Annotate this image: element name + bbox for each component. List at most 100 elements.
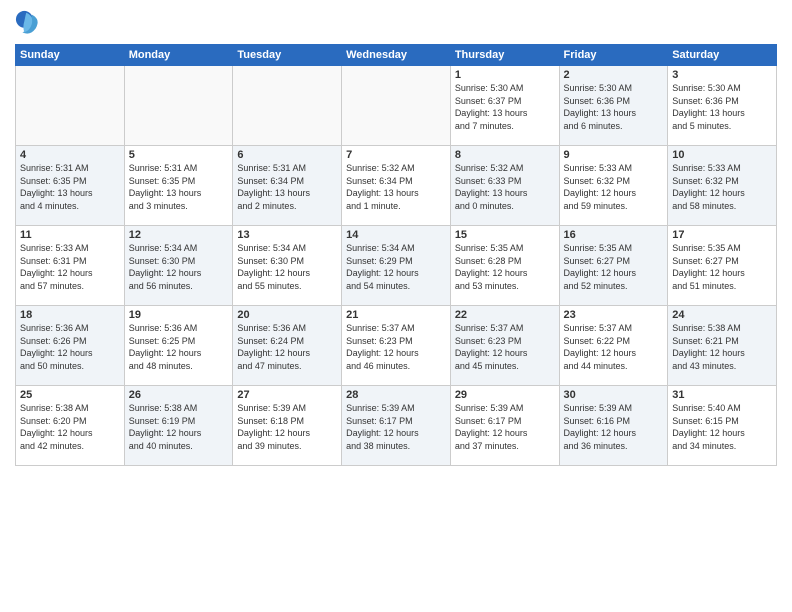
day-info: Sunrise: 5:38 AM Sunset: 6:21 PM Dayligh… [672, 322, 772, 372]
calendar-cell: 24Sunrise: 5:38 AM Sunset: 6:21 PM Dayli… [668, 306, 777, 386]
day-info: Sunrise: 5:40 AM Sunset: 6:15 PM Dayligh… [672, 402, 772, 452]
column-header-monday: Monday [124, 45, 233, 66]
day-number: 16 [564, 229, 664, 241]
day-info: Sunrise: 5:35 AM Sunset: 6:28 PM Dayligh… [455, 242, 555, 292]
column-header-friday: Friday [559, 45, 668, 66]
day-number: 2 [564, 69, 664, 81]
day-info: Sunrise: 5:31 AM Sunset: 6:34 PM Dayligh… [237, 162, 337, 212]
calendar-cell: 26Sunrise: 5:38 AM Sunset: 6:19 PM Dayli… [124, 386, 233, 466]
calendar-cell: 27Sunrise: 5:39 AM Sunset: 6:18 PM Dayli… [233, 386, 342, 466]
day-number: 24 [672, 309, 772, 321]
day-info: Sunrise: 5:33 AM Sunset: 6:32 PM Dayligh… [672, 162, 772, 212]
day-info: Sunrise: 5:31 AM Sunset: 6:35 PM Dayligh… [20, 162, 120, 212]
day-info: Sunrise: 5:35 AM Sunset: 6:27 PM Dayligh… [564, 242, 664, 292]
week-row-3: 11Sunrise: 5:33 AM Sunset: 6:31 PM Dayli… [16, 226, 777, 306]
calendar-cell: 2Sunrise: 5:30 AM Sunset: 6:36 PM Daylig… [559, 66, 668, 146]
column-header-sunday: Sunday [16, 45, 125, 66]
day-number: 20 [237, 309, 337, 321]
calendar-cell: 28Sunrise: 5:39 AM Sunset: 6:17 PM Dayli… [342, 386, 451, 466]
day-number: 22 [455, 309, 555, 321]
week-row-5: 25Sunrise: 5:38 AM Sunset: 6:20 PM Dayli… [16, 386, 777, 466]
day-info: Sunrise: 5:36 AM Sunset: 6:26 PM Dayligh… [20, 322, 120, 372]
day-info: Sunrise: 5:31 AM Sunset: 6:35 PM Dayligh… [129, 162, 229, 212]
calendar-cell: 3Sunrise: 5:30 AM Sunset: 6:36 PM Daylig… [668, 66, 777, 146]
calendar-cell: 31Sunrise: 5:40 AM Sunset: 6:15 PM Dayli… [668, 386, 777, 466]
day-number: 9 [564, 149, 664, 161]
day-info: Sunrise: 5:38 AM Sunset: 6:20 PM Dayligh… [20, 402, 120, 452]
calendar-cell: 4Sunrise: 5:31 AM Sunset: 6:35 PM Daylig… [16, 146, 125, 226]
day-number: 4 [20, 149, 120, 161]
calendar-cell [342, 66, 451, 146]
calendar-cell: 30Sunrise: 5:39 AM Sunset: 6:16 PM Dayli… [559, 386, 668, 466]
day-info: Sunrise: 5:36 AM Sunset: 6:25 PM Dayligh… [129, 322, 229, 372]
day-number: 23 [564, 309, 664, 321]
logo-icon [15, 10, 43, 38]
calendar-cell: 16Sunrise: 5:35 AM Sunset: 6:27 PM Dayli… [559, 226, 668, 306]
day-number: 1 [455, 69, 555, 81]
day-number: 6 [237, 149, 337, 161]
page: SundayMondayTuesdayWednesdayThursdayFrid… [0, 0, 792, 612]
day-number: 19 [129, 309, 229, 321]
day-info: Sunrise: 5:33 AM Sunset: 6:32 PM Dayligh… [564, 162, 664, 212]
day-info: Sunrise: 5:39 AM Sunset: 6:17 PM Dayligh… [455, 402, 555, 452]
column-header-thursday: Thursday [450, 45, 559, 66]
day-info: Sunrise: 5:33 AM Sunset: 6:31 PM Dayligh… [20, 242, 120, 292]
calendar-cell: 17Sunrise: 5:35 AM Sunset: 6:27 PM Dayli… [668, 226, 777, 306]
day-number: 18 [20, 309, 120, 321]
header [15, 10, 777, 38]
calendar-cell: 25Sunrise: 5:38 AM Sunset: 6:20 PM Dayli… [16, 386, 125, 466]
day-number: 5 [129, 149, 229, 161]
calendar-cell: 14Sunrise: 5:34 AM Sunset: 6:29 PM Dayli… [342, 226, 451, 306]
day-info: Sunrise: 5:34 AM Sunset: 6:30 PM Dayligh… [129, 242, 229, 292]
calendar-cell: 13Sunrise: 5:34 AM Sunset: 6:30 PM Dayli… [233, 226, 342, 306]
day-number: 7 [346, 149, 446, 161]
calendar-cell: 20Sunrise: 5:36 AM Sunset: 6:24 PM Dayli… [233, 306, 342, 386]
day-info: Sunrise: 5:37 AM Sunset: 6:23 PM Dayligh… [455, 322, 555, 372]
column-header-tuesday: Tuesday [233, 45, 342, 66]
day-info: Sunrise: 5:38 AM Sunset: 6:19 PM Dayligh… [129, 402, 229, 452]
calendar-cell: 23Sunrise: 5:37 AM Sunset: 6:22 PM Dayli… [559, 306, 668, 386]
calendar-cell [233, 66, 342, 146]
calendar-cell: 18Sunrise: 5:36 AM Sunset: 6:26 PM Dayli… [16, 306, 125, 386]
calendar-cell: 21Sunrise: 5:37 AM Sunset: 6:23 PM Dayli… [342, 306, 451, 386]
calendar-cell: 5Sunrise: 5:31 AM Sunset: 6:35 PM Daylig… [124, 146, 233, 226]
day-info: Sunrise: 5:30 AM Sunset: 6:36 PM Dayligh… [564, 82, 664, 132]
header-row: SundayMondayTuesdayWednesdayThursdayFrid… [16, 45, 777, 66]
calendar-cell: 11Sunrise: 5:33 AM Sunset: 6:31 PM Dayli… [16, 226, 125, 306]
calendar-table: SundayMondayTuesdayWednesdayThursdayFrid… [15, 44, 777, 466]
day-info: Sunrise: 5:39 AM Sunset: 6:18 PM Dayligh… [237, 402, 337, 452]
column-header-wednesday: Wednesday [342, 45, 451, 66]
calendar-cell [124, 66, 233, 146]
calendar-cell: 22Sunrise: 5:37 AM Sunset: 6:23 PM Dayli… [450, 306, 559, 386]
calendar-cell: 10Sunrise: 5:33 AM Sunset: 6:32 PM Dayli… [668, 146, 777, 226]
day-info: Sunrise: 5:35 AM Sunset: 6:27 PM Dayligh… [672, 242, 772, 292]
calendar-cell [16, 66, 125, 146]
day-info: Sunrise: 5:37 AM Sunset: 6:23 PM Dayligh… [346, 322, 446, 372]
day-info: Sunrise: 5:37 AM Sunset: 6:22 PM Dayligh… [564, 322, 664, 372]
calendar-cell: 15Sunrise: 5:35 AM Sunset: 6:28 PM Dayli… [450, 226, 559, 306]
day-info: Sunrise: 5:32 AM Sunset: 6:34 PM Dayligh… [346, 162, 446, 212]
calendar-cell: 12Sunrise: 5:34 AM Sunset: 6:30 PM Dayli… [124, 226, 233, 306]
day-number: 13 [237, 229, 337, 241]
day-info: Sunrise: 5:39 AM Sunset: 6:16 PM Dayligh… [564, 402, 664, 452]
day-number: 17 [672, 229, 772, 241]
day-number: 26 [129, 389, 229, 401]
day-info: Sunrise: 5:34 AM Sunset: 6:30 PM Dayligh… [237, 242, 337, 292]
day-info: Sunrise: 5:30 AM Sunset: 6:36 PM Dayligh… [672, 82, 772, 132]
day-number: 21 [346, 309, 446, 321]
day-number: 8 [455, 149, 555, 161]
day-number: 12 [129, 229, 229, 241]
day-number: 25 [20, 389, 120, 401]
day-info: Sunrise: 5:32 AM Sunset: 6:33 PM Dayligh… [455, 162, 555, 212]
calendar-cell: 9Sunrise: 5:33 AM Sunset: 6:32 PM Daylig… [559, 146, 668, 226]
day-number: 28 [346, 389, 446, 401]
day-number: 29 [455, 389, 555, 401]
day-info: Sunrise: 5:30 AM Sunset: 6:37 PM Dayligh… [455, 82, 555, 132]
calendar-cell: 8Sunrise: 5:32 AM Sunset: 6:33 PM Daylig… [450, 146, 559, 226]
day-number: 15 [455, 229, 555, 241]
logo [15, 10, 47, 38]
day-number: 3 [672, 69, 772, 81]
day-info: Sunrise: 5:39 AM Sunset: 6:17 PM Dayligh… [346, 402, 446, 452]
day-number: 30 [564, 389, 664, 401]
day-number: 10 [672, 149, 772, 161]
